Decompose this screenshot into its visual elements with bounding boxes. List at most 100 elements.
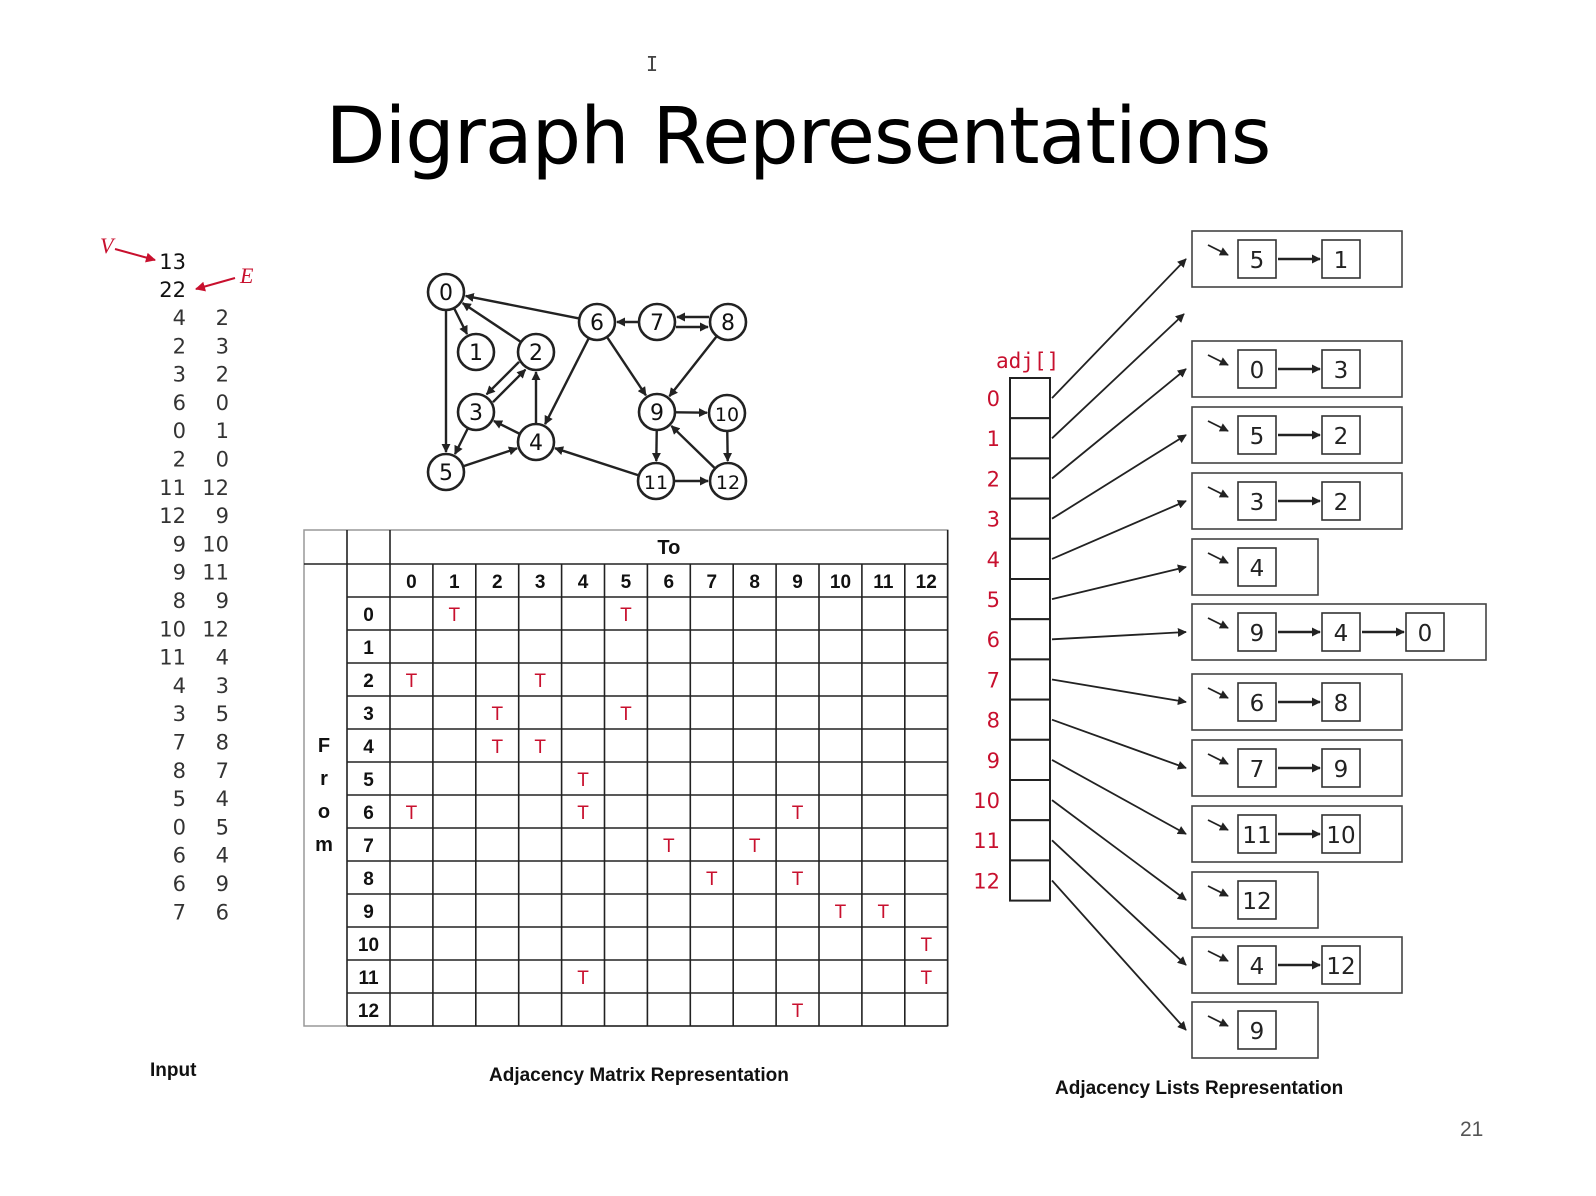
matrix-true-cell: T <box>534 737 546 758</box>
matrix-col-header: 3 <box>535 572 546 593</box>
adj-node-value: 9 <box>1250 1019 1265 1045</box>
matrix-true-cell: T <box>620 704 632 725</box>
graph-edge <box>493 419 520 435</box>
adj-node-value: 1 <box>1334 248 1349 274</box>
matrix-row-header: 10 <box>358 935 379 956</box>
vertex-label: 6 <box>590 311 604 336</box>
matrix-row-header: 11 <box>358 968 379 989</box>
edge-from: 4 <box>173 674 186 698</box>
edge-from: 0 <box>173 419 186 443</box>
matrix-true-cell: T <box>749 836 761 857</box>
matrix-col-header: 9 <box>792 572 803 593</box>
edge-to: 9 <box>216 589 229 613</box>
vertex-label: 11 <box>644 472 668 494</box>
matrix-col-header: 7 <box>706 572 717 593</box>
matrix-row-header: 9 <box>363 902 374 923</box>
matrix-true-cell: T <box>620 605 632 626</box>
matrix-true-cell: T <box>792 1001 804 1022</box>
edge-to: 8 <box>216 731 229 755</box>
graph-edge <box>554 446 639 477</box>
edge-to: 7 <box>216 759 229 783</box>
matrix-col-header: 8 <box>749 572 760 593</box>
edge-from: 5 <box>173 787 186 811</box>
edge-from: 9 <box>173 532 186 556</box>
edge-from: 11 <box>159 476 186 500</box>
matrix-row-header: 12 <box>358 1001 379 1022</box>
adj-array-cell <box>1009 578 1051 621</box>
matrix-true-cell: T <box>663 836 675 857</box>
adj-node-value: 2 <box>1334 424 1349 450</box>
matrix-col-header: 2 <box>492 572 503 593</box>
matrix-true-cell: T <box>792 803 804 824</box>
adj-index-label: 10 <box>973 789 1000 813</box>
edge-from: 2 <box>173 334 186 358</box>
adj-node-value: 5 <box>1250 248 1265 274</box>
adj-node-value: 10 <box>1326 823 1355 849</box>
adj-index-label: 2 <box>987 467 1000 491</box>
adj-array-label: adj[] <box>996 349 1059 373</box>
vertex-label: 9 <box>650 401 664 426</box>
vertex-label: 10 <box>715 404 739 426</box>
edge-to: 0 <box>216 391 229 415</box>
vertex-label: 1 <box>469 341 483 366</box>
adj-node-value: 8 <box>1334 691 1349 717</box>
matrix-caption: Adjacency Matrix Representation <box>489 1065 789 1086</box>
matrix-col-header: 11 <box>873 572 894 593</box>
edge-from: 0 <box>173 815 186 839</box>
edge-to: 11 <box>202 561 229 585</box>
adj-array-cell <box>1009 457 1051 500</box>
edge-from: 7 <box>173 900 186 924</box>
edge-from: 10 <box>159 617 186 641</box>
adj-array-cell <box>1009 658 1051 701</box>
edge-from: 3 <box>173 363 186 387</box>
graph-edge <box>670 425 716 469</box>
matrix-row-header: 6 <box>363 803 374 824</box>
matrix-true-cell: T <box>920 935 932 956</box>
edge-from: 8 <box>173 589 186 613</box>
matrix-row-header: 5 <box>363 770 374 791</box>
matrix-true-cell: T <box>835 902 847 923</box>
adj-array-cell <box>1009 819 1051 862</box>
matrix-true-cell: T <box>406 803 418 824</box>
v-label: V <box>100 233 116 258</box>
edge-from: 6 <box>173 872 186 896</box>
vertex-label: 0 <box>439 281 453 306</box>
vertex-label: 8 <box>721 311 735 336</box>
graph-edge <box>668 336 718 398</box>
matrix-row-header: 4 <box>363 737 374 758</box>
vertex-label: 12 <box>716 472 740 494</box>
edge-from: 7 <box>173 731 186 755</box>
graph-edge <box>463 446 518 468</box>
adj-index-label: 0 <box>987 387 1000 411</box>
adj-node-value: 11 <box>1242 823 1271 849</box>
adj-index-label: 12 <box>973 869 1000 893</box>
adj-pointer <box>1051 258 1187 399</box>
adj-pointer <box>1051 678 1187 706</box>
matrix-from-letter: F <box>318 735 330 757</box>
matrix-row-header: 1 <box>363 638 374 659</box>
adj-pointer <box>1051 500 1187 560</box>
vertex-label: 4 <box>529 431 543 456</box>
adj-pointer <box>1051 313 1185 439</box>
matrix-true-cell: T <box>491 737 503 758</box>
edge-to: 4 <box>216 646 229 670</box>
input-caption: Input <box>150 1060 197 1081</box>
v-value: 13 <box>159 250 186 274</box>
adj-index-label: 5 <box>987 588 1000 612</box>
graph-drawing: 01 23456 7 89 1011 12 <box>426 272 748 501</box>
adj-node-value: 7 <box>1250 757 1265 783</box>
matrix-row-header: 8 <box>363 869 374 890</box>
adj-array-cell <box>1009 859 1051 902</box>
adj-pointer <box>1051 799 1187 901</box>
adj-node-value: 4 <box>1250 954 1265 980</box>
adj-array-cell <box>1009 497 1051 540</box>
edge-to: 4 <box>216 844 229 868</box>
page-number: 21 <box>1460 1118 1484 1141</box>
vertex-label: 5 <box>439 461 453 486</box>
vertex-label: 3 <box>469 401 483 426</box>
adj-array-cell <box>1009 417 1051 460</box>
adj-node-value: 0 <box>1418 621 1433 647</box>
edge-to: 3 <box>216 674 229 698</box>
matrix-col-header: 0 <box>406 572 417 593</box>
adj-array-cell <box>1009 779 1051 822</box>
